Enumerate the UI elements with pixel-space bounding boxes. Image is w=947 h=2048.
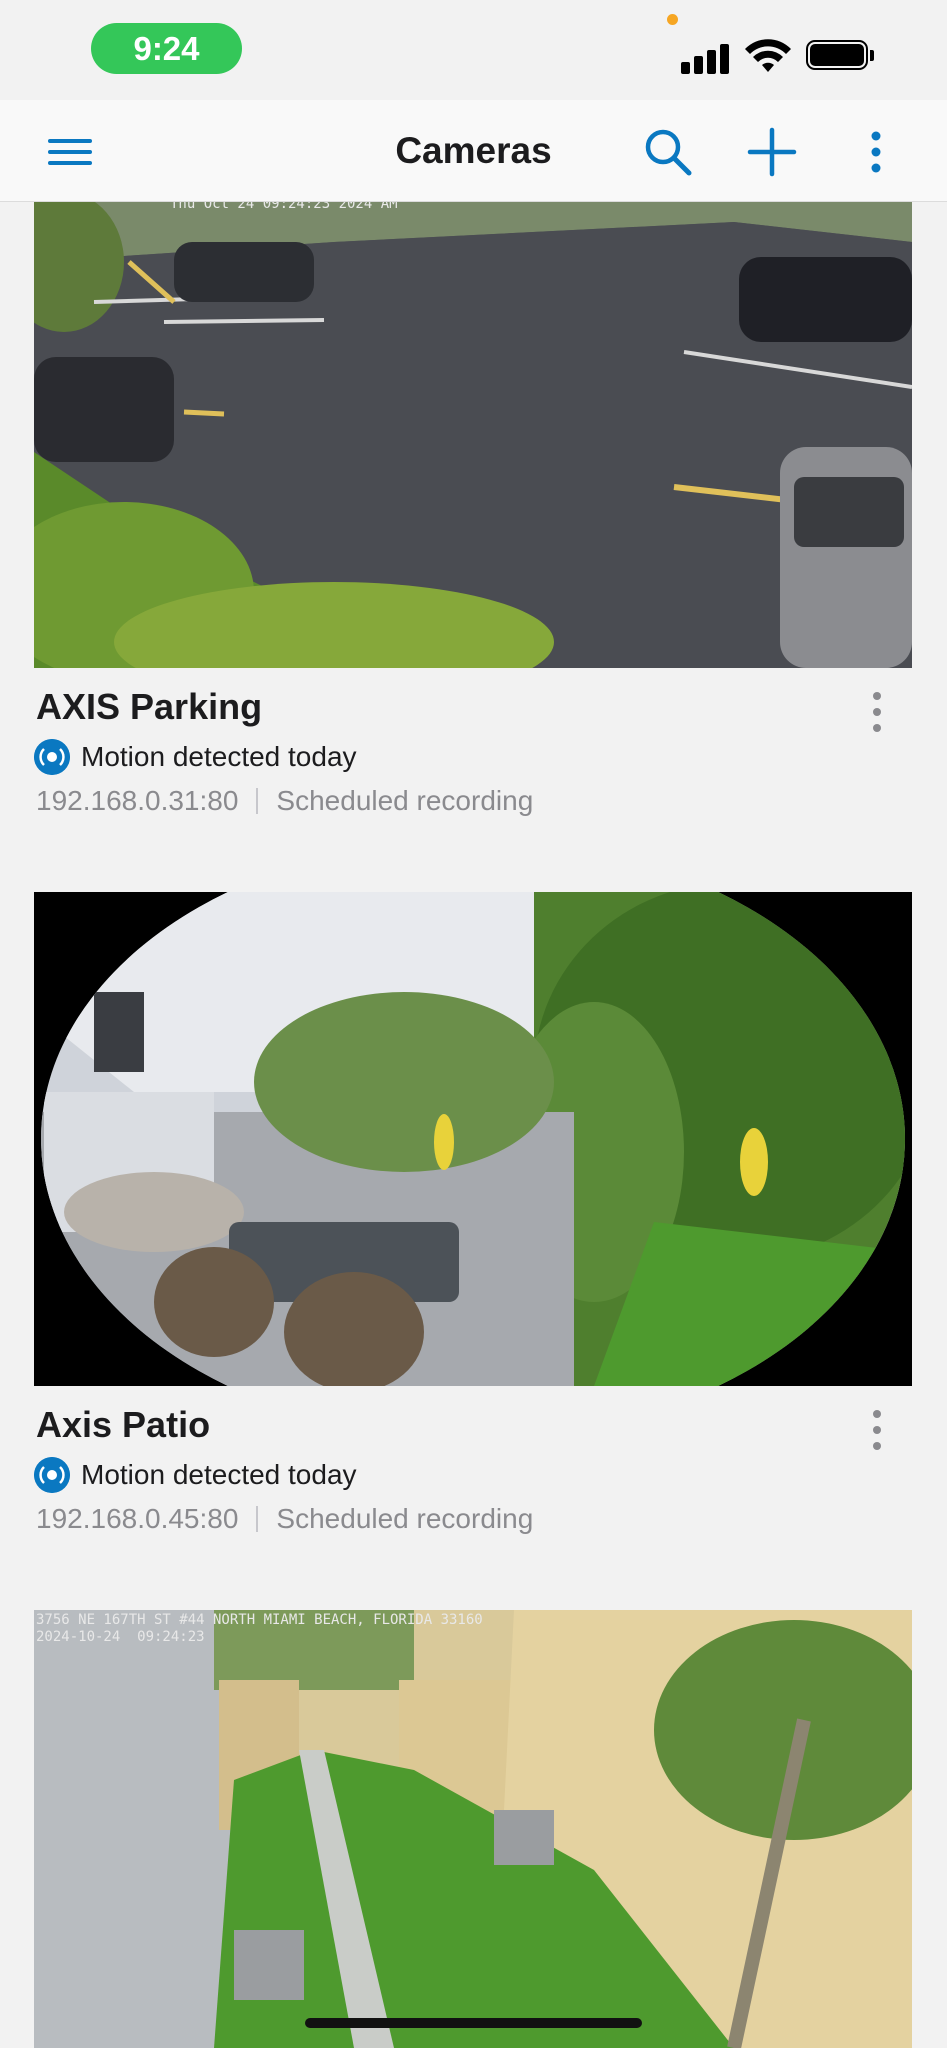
status-bar: 9:24: [0, 0, 947, 100]
search-icon[interactable]: [642, 126, 694, 178]
cellular-signal-icon: [681, 38, 733, 74]
more-options-icon[interactable]: [850, 126, 902, 178]
navigation-bar: Cameras: [0, 100, 947, 202]
camera-details: 192.168.0.45:80 Scheduled recording: [36, 1503, 533, 1535]
camera-name[interactable]: Axis Patio: [36, 1404, 210, 1446]
camera-list[interactable]: Thu Oct 24 09:24:23 2024 AM AXIS Parking…: [0, 202, 947, 2048]
battery-icon: [806, 40, 874, 70]
camera-address: 192.168.0.31:80: [36, 785, 239, 816]
motion-text: Motion detected today: [81, 1459, 357, 1490]
motion-text: Motion detected today: [81, 741, 357, 772]
privacy-indicator-dot: [667, 14, 678, 25]
motion-status: Motion detected today: [34, 739, 357, 775]
camera-thumbnail[interactable]: [34, 202, 912, 668]
page-title: Cameras: [395, 130, 552, 171]
camera-timestamp-overlay: Thu Oct 24 09:24:23 2024 AM: [170, 202, 398, 212]
recording-mode: Scheduled recording: [276, 785, 534, 816]
home-indicator[interactable]: [305, 2018, 642, 2028]
camera-thumbnail[interactable]: [34, 1610, 912, 2048]
camera-more-icon[interactable]: [867, 1410, 887, 1450]
status-time[interactable]: 9:24: [91, 23, 242, 74]
motion-status: Motion detected today: [34, 1457, 357, 1493]
camera-details: 192.168.0.31:80 Scheduled recording: [36, 785, 533, 817]
motion-icon: [34, 739, 70, 775]
recording-mode: Scheduled recording: [276, 1503, 534, 1534]
wifi-icon: [745, 39, 791, 72]
camera-card[interactable]: Thu Oct 24 09:24:23 2024 AM AXIS Parking…: [0, 202, 947, 882]
camera-card[interactable]: 3756 NE 167TH ST #44 NORTH MIAMI BEACH, …: [0, 1610, 947, 2048]
divider: [256, 1506, 259, 1532]
camera-timestamp-overlay: 3756 NE 167TH ST #44 NORTH MIAMI BEACH, …: [36, 1612, 483, 1645]
camera-card[interactable]: Axis Patio Motion detected today 192.168…: [0, 892, 947, 1612]
divider: [256, 788, 259, 814]
add-icon[interactable]: [746, 126, 798, 178]
camera-more-icon[interactable]: [867, 692, 887, 732]
camera-address: 192.168.0.45:80: [36, 1503, 239, 1534]
motion-icon: [34, 1457, 70, 1493]
camera-name[interactable]: AXIS Parking: [36, 686, 262, 728]
camera-thumbnail[interactable]: [34, 892, 912, 1386]
